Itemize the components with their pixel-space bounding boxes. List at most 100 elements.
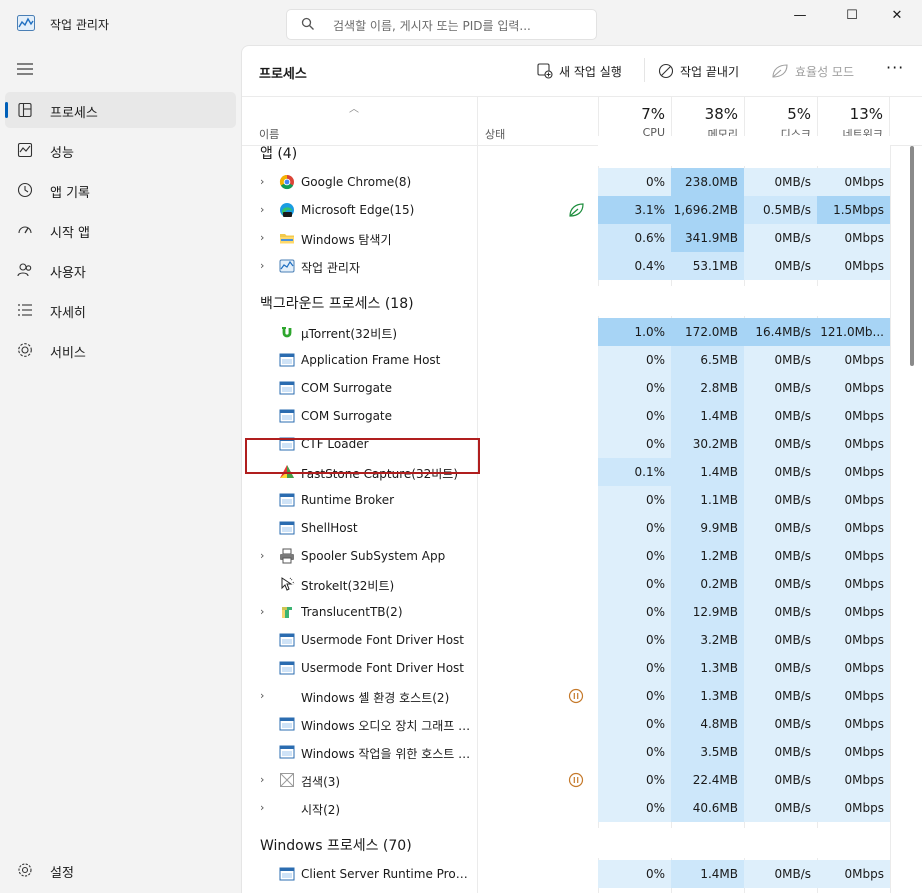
process-row[interactable]: › 작업 관리자 0.4% 53.1MB 0MB/s 0Mbps [242, 252, 890, 280]
end-task-button[interactable]: 작업 끝내기 [658, 61, 739, 81]
memory-cell: 0.2MB [671, 570, 744, 598]
chevron-right-icon[interactable]: › [260, 203, 264, 216]
network-cell: 0Mbps [817, 682, 890, 710]
nav-item-services[interactable]: 서비스 [5, 332, 236, 368]
process-row[interactable]: Client Server Runtime Process 0% 1.4MB 0MB/… [242, 860, 890, 888]
group-header-fill [598, 286, 890, 316]
strokeit-icon [281, 577, 295, 591]
disk-cell: 0MB/s [744, 374, 817, 402]
chevron-right-icon[interactable]: › [260, 231, 264, 244]
disk-cell: 0MB/s [744, 766, 817, 794]
performance-icon [17, 142, 33, 158]
process-row[interactable]: COM Surrogate 0% 1.4MB 0MB/s 0Mbps [242, 402, 890, 430]
process-row[interactable]: Runtime Broker 0% 1.1MB 0MB/s 0Mbps [242, 486, 890, 514]
settings-icon [18, 863, 32, 877]
group-header-apps: 앱 (4) [242, 136, 890, 166]
nav-item-users[interactable]: 사용자 [5, 252, 236, 288]
chevron-right-icon[interactable]: › [260, 259, 264, 272]
nav-label: 앱 기록 [50, 186, 91, 201]
minimize-button[interactable]: — [787, 8, 813, 26]
search-icon [301, 17, 314, 30]
process-row[interactable]: Usermode Font Driver Host 0% 1.3MB 0MB/s 0Mb… [242, 654, 890, 682]
group-label: Windows 프로세스 (70) [260, 838, 412, 854]
disk-total: 5% [787, 105, 811, 123]
new-task-button[interactable]: 새 작업 실행 [537, 61, 622, 81]
network-cell: 0Mbps [817, 168, 890, 196]
efficiency-mode-button[interactable]: 효율성 모드 [771, 61, 854, 81]
window-app-icon [279, 633, 295, 647]
process-row[interactable]: COM Surrogate 0% 2.8MB 0MB/s 0Mbps [242, 374, 890, 402]
chevron-right-icon[interactable]: › [260, 549, 264, 562]
process-row[interactable]: Usermode Font Driver Host 0% 3.2MB 0MB/s 0Mb… [242, 626, 890, 654]
nav-item-performance[interactable]: 성능 [5, 132, 236, 168]
disk-cell: 0MB/s [744, 224, 817, 252]
suspended-icon [568, 772, 584, 788]
network-cell: 1.5Mbps [817, 196, 890, 224]
network-total: 13% [849, 105, 883, 123]
hamburger-menu-icon[interactable] [17, 62, 33, 76]
process-row[interactable]: › Windows 탐색기 0.6% 341.9MB 0MB/s 0Mbps [242, 224, 890, 252]
efficiency-leaf-icon [569, 203, 584, 217]
memory-cell: 30.2MB [671, 430, 744, 458]
disk-cell: 0MB/s [744, 430, 817, 458]
close-button[interactable]: ✕ [884, 8, 910, 26]
process-name: Windows 오디오 장치 그래프 격리 [301, 719, 473, 733]
chevron-right-icon[interactable]: › [260, 605, 264, 618]
chevron-right-icon[interactable]: › [260, 689, 264, 702]
process-row[interactable]: Application Frame Host 0% 6.5MB 0MB/s 0Mbps [242, 346, 890, 374]
process-row[interactable]: Windows 작업을 위한 호스트 프로세스 0%3.5MB0MB/s0Mbps [242, 738, 890, 766]
network-cell: 0Mbps [817, 710, 890, 738]
new-task-label: 새 작업 실행 [559, 64, 622, 79]
task-manager-app-icon [17, 15, 35, 31]
network-cell: 0Mbps [817, 430, 890, 458]
memory-cell: 22.4MB [671, 766, 744, 794]
nav-label: 사용자 [50, 266, 86, 281]
nav-item-settings[interactable]: 설정 [5, 856, 236, 886]
process-row[interactable]: › 시작(2) 0% 40.6MB 0MB/s 0Mbps [242, 794, 890, 822]
vertical-scrollbar[interactable] [910, 146, 914, 366]
group-label: 앱 (4) [260, 146, 298, 162]
memory-cell: 1.3MB [671, 682, 744, 710]
cpu-cell: 0% [598, 486, 671, 514]
chevron-right-icon[interactable]: › [260, 175, 264, 188]
nav-item-processes[interactable]: 프로세스 [5, 92, 236, 128]
chevron-right-icon[interactable]: › [260, 801, 264, 814]
process-row[interactable]: StrokeIt(32비트) 0% 0.2MB 0MB/s 0Mbps [242, 570, 890, 598]
nav-item-details[interactable]: 자세히 [5, 292, 236, 328]
cpu-cell: 1.0% [598, 318, 671, 346]
process-row[interactable]: › Microsoft Edge(15) 3.1% 1,696.2MB 0.5MB/s 1… [242, 196, 890, 224]
details-icon [18, 304, 32, 316]
more-options-button[interactable]: ··· [886, 58, 904, 77]
process-row[interactable]: › Spooler SubSystem App 0% 1.2MB 0MB/s 0Mbps [242, 542, 890, 570]
process-row[interactable]: › 검색(3) 0% 22.4MB 0MB/s 0Mbps [242, 766, 890, 794]
process-row[interactable]: Windows 오디오 장치 그래프 격리 0% 4.8MB 0MB/s 0Mbps [242, 710, 890, 738]
cpu-cell: 0% [598, 598, 671, 626]
process-name: TranslucentTB(2) [301, 605, 403, 619]
selected-row-highlight [245, 438, 480, 474]
process-row[interactable]: ShellHost 0% 9.9MB 0MB/s 0Mbps [242, 514, 890, 542]
process-row[interactable]: › Google Chrome(8) 0% 238.0MB 0MB/s 0Mbps [242, 168, 890, 196]
startup-icon [18, 226, 32, 234]
search-box[interactable]: 검색할 이름, 게시자 또는 PID를 입력... [286, 9, 597, 40]
app-history-icon [17, 182, 33, 198]
network-cell: 0Mbps [817, 486, 890, 514]
cpu-cell: 0% [598, 626, 671, 654]
search-placeholder[interactable]: 검색할 이름, 게시자 또는 PID를 입력... [333, 17, 531, 34]
maximize-button[interactable]: ☐ [839, 8, 865, 26]
process-name: Google Chrome(8) [301, 175, 412, 189]
column-divider [890, 146, 891, 893]
memory-cell: 3.2MB [671, 626, 744, 654]
process-row[interactable]: › Windows 셸 환경 호스트(2) 0% 1.3MB 0MB/s 0Mbps [242, 682, 890, 710]
process-row[interactable]: › TranslucentTB(2) 0% 12.9MB 0MB/s 0Mbps [242, 598, 890, 626]
cpu-cell: 0% [598, 738, 671, 766]
process-name: 작업 관리자 [301, 261, 361, 275]
chevron-right-icon[interactable]: › [260, 773, 264, 786]
window-title: 작업 관리자 [50, 18, 110, 32]
nav-item-startup[interactable]: 시작 앱 [5, 212, 236, 248]
window-app-icon [279, 867, 295, 881]
window-app-icon [279, 493, 295, 507]
group-header-windows: Windows 프로세스 (70) [242, 828, 890, 858]
nav-item-app-history[interactable]: 앱 기록 [5, 172, 236, 208]
folder-icon [280, 234, 294, 244]
process-row[interactable]: µTorrent(32비트) 1.0% 172.0MB 16.4MB/s 121.0Mb… [242, 318, 890, 346]
